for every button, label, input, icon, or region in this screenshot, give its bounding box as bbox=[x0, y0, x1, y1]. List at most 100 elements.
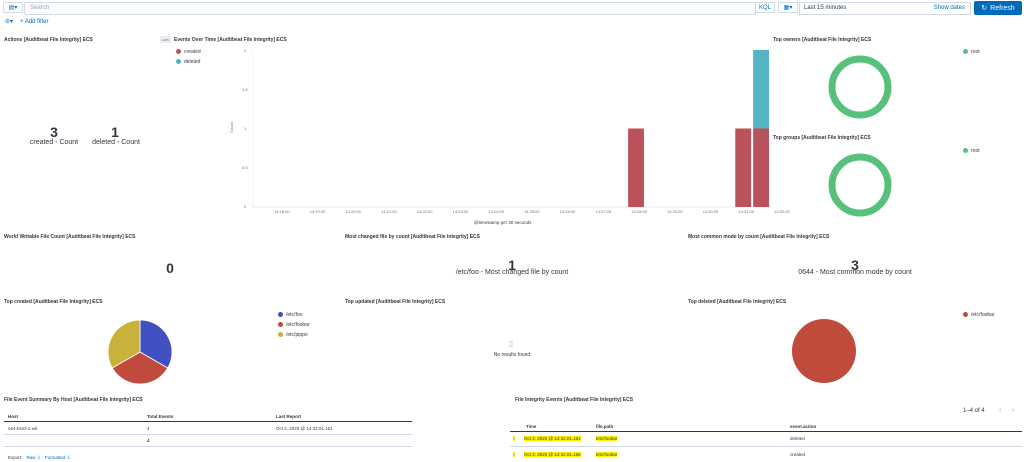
x-tick: 14:32:00 bbox=[774, 209, 790, 214]
y-tick-0_5: 0.5 bbox=[242, 165, 248, 170]
most-changed-label: /etc/foo - Most changed file by count bbox=[455, 269, 569, 276]
event-time: Oct 2, 2020 @ 14:32:01.161 bbox=[524, 436, 581, 441]
metric-deleted-label: deleted - Count bbox=[92, 139, 140, 146]
x-tick: 14:22:00 bbox=[416, 209, 433, 214]
refresh-icon: ↻ bbox=[981, 5, 988, 12]
events-header-time[interactable]: Time bbox=[526, 424, 536, 429]
bar-created-2[interactable] bbox=[753, 128, 769, 208]
x-tick: 14:28:00 bbox=[631, 209, 647, 214]
top-created-title: Top created [Auditbeat File Integrity] E… bbox=[4, 299, 103, 305]
legend-created[interactable]: created bbox=[176, 49, 201, 55]
summary-cell-host: ne4-bsml-2.wit bbox=[8, 426, 38, 431]
search-input[interactable]: Search bbox=[24, 2, 756, 15]
pagination-next-button[interactable]: › bbox=[1012, 407, 1014, 414]
top-groups-donut bbox=[828, 153, 892, 217]
top-deleted-title: Top deleted [Auditbeat File Integrity] E… bbox=[688, 299, 787, 305]
summary-total: 4 bbox=[147, 438, 150, 443]
show-dates-link[interactable]: Show dates bbox=[934, 5, 965, 11]
events-table-title: File Integrity Events [Auditbeat File In… bbox=[515, 397, 634, 403]
export-formatted-link[interactable]: Formatted bbox=[45, 455, 66, 460]
top-groups-legend[interactable]: root bbox=[963, 148, 980, 154]
event-action: created bbox=[790, 452, 806, 457]
table-row: ne4-bsml-2.wit 4 Oct 2, 2020 @ 14:32:01.… bbox=[4, 422, 412, 435]
add-filter-link[interactable]: + Add filter bbox=[20, 19, 49, 25]
bar-created-0[interactable] bbox=[628, 128, 644, 208]
summary-title: File Event Summary By Host [Auditbeat Fi… bbox=[4, 397, 143, 403]
table-row[interactable]: › Oct 2, 2020 @ 14:32:01.161 /etc/foobar… bbox=[510, 432, 1022, 447]
x-tick: 14:31:00 bbox=[738, 209, 754, 214]
refresh-label: Refresh bbox=[990, 4, 1015, 12]
expand-row-icon[interactable]: › bbox=[513, 436, 515, 441]
top-created-legend-item[interactable]: /etc/foo bbox=[278, 312, 302, 318]
most-changed-title: Most changed file by count [Auditbeat Fi… bbox=[345, 234, 481, 240]
time-range-label: Last 15 minutes bbox=[804, 5, 847, 11]
top-deleted-legend[interactable]: /etc/foobar bbox=[963, 312, 995, 318]
bar-deleted-0[interactable] bbox=[753, 50, 769, 129]
summary-header-total[interactable]: Total Events bbox=[147, 414, 173, 419]
x-tick: 14:27:00 bbox=[595, 209, 612, 214]
axis-toggle-button[interactable]: AXIS bbox=[160, 36, 171, 43]
bar-created-1[interactable] bbox=[735, 128, 752, 208]
legend-deleted-swatch bbox=[176, 59, 181, 65]
export-raw-link[interactable]: Raw bbox=[27, 455, 36, 460]
refresh-button[interactable]: ↻ Refresh bbox=[974, 1, 1022, 15]
x-tick: 14:20:00 bbox=[345, 209, 362, 214]
legend-deleted-label: deleted bbox=[184, 59, 201, 65]
event-path: /etc/foobar bbox=[596, 436, 618, 441]
top-owners-swatch bbox=[963, 49, 968, 55]
x-tick: 14:21:00 bbox=[381, 209, 397, 214]
filter-options-icon[interactable]: ⊜▾ bbox=[5, 18, 13, 25]
top-created-legend-item[interactable]: /etc/pippo bbox=[278, 332, 308, 338]
top-created-legend-item[interactable]: /etc/foobar bbox=[278, 322, 310, 328]
actions-panel-title: Actions [Auditbeat File Integrity] ECS bbox=[4, 37, 93, 43]
save-icon: ▤▾ bbox=[8, 5, 18, 11]
event-time: Oct 2, 2020 @ 14:32:01.158 bbox=[524, 452, 581, 457]
y-tick-0: 0 bbox=[244, 204, 247, 209]
download-icon: ⇩ bbox=[36, 455, 41, 460]
legend-label: /etc/pippo bbox=[286, 332, 308, 338]
pagination-prev-button[interactable]: ‹ bbox=[999, 407, 1001, 414]
legend-deleted[interactable]: deleted bbox=[176, 59, 200, 65]
date-picker-button[interactable]: ▦▾ bbox=[778, 2, 798, 13]
y-tick-2: 2 bbox=[244, 48, 247, 53]
legend-created-label: created bbox=[184, 49, 201, 55]
top-groups-legend-label: root bbox=[971, 148, 980, 154]
events-header-action[interactable]: event.action bbox=[790, 424, 816, 429]
most-common-mode-label: 0644 - Most common mode by count bbox=[798, 269, 912, 276]
download-icon: ⇩ bbox=[66, 455, 71, 460]
top-deleted-swatch bbox=[963, 312, 968, 318]
search-placeholder: Search bbox=[30, 5, 50, 11]
events-header-path[interactable]: file.path bbox=[596, 424, 613, 429]
summary-header-host[interactable]: Host bbox=[8, 414, 18, 419]
no-results-text: No results found bbox=[493, 352, 531, 358]
legend-created-swatch bbox=[176, 49, 181, 55]
events-chart bbox=[252, 50, 770, 208]
summary-cell-last: Oct 2, 2020 @ 14:32:01.161 bbox=[276, 426, 333, 431]
event-path: /etc/foobar bbox=[596, 452, 618, 457]
event-action: deleted bbox=[790, 436, 805, 441]
top-owners-donut bbox=[828, 55, 892, 119]
kql-button[interactable]: KQL bbox=[755, 2, 775, 13]
y-tick-1_5: 1.5 bbox=[242, 87, 248, 92]
legend-swatch bbox=[278, 312, 283, 318]
table-row[interactable]: › Oct 2, 2020 @ 14:32:01.158 /etc/foobar… bbox=[510, 448, 1022, 462]
x-tick: 14:23:00 bbox=[452, 209, 469, 214]
y-tick-1: 1 bbox=[244, 126, 247, 131]
expand-row-icon[interactable]: › bbox=[513, 452, 515, 457]
export-bar: Export: Raw ⇩ Formatted ⇩ bbox=[8, 455, 70, 461]
most-common-mode-title: Most common mode by count [Auditbeat Fil… bbox=[688, 234, 830, 240]
query-bar: ▤▾ Search KQL ▦▾ Last 15 minutes Show da… bbox=[0, 0, 1024, 16]
time-range[interactable]: Last 15 minutes Show dates bbox=[799, 2, 971, 15]
x-tick: 14:19:00 bbox=[309, 209, 326, 214]
top-updated-title: Top updated [Auditbeat File Integrity] E… bbox=[345, 299, 446, 305]
top-owners-title: Top owners [Auditbeat File Integrity] EC… bbox=[773, 37, 872, 43]
summary-header-last[interactable]: Last Report bbox=[276, 414, 301, 419]
top-owners-legend-label: root bbox=[971, 49, 980, 55]
y-axis-label: Count bbox=[228, 122, 234, 133]
saved-query-button[interactable]: ▤▾ bbox=[3, 2, 23, 13]
x-tick: 14:18:00 bbox=[274, 209, 290, 214]
legend-swatch bbox=[278, 332, 283, 338]
top-owners-legend[interactable]: root bbox=[963, 49, 980, 55]
x-tick: 14:24:00 bbox=[488, 209, 504, 214]
world-writable-title: World Writable File Count [Auditbeat Fil… bbox=[4, 234, 136, 240]
